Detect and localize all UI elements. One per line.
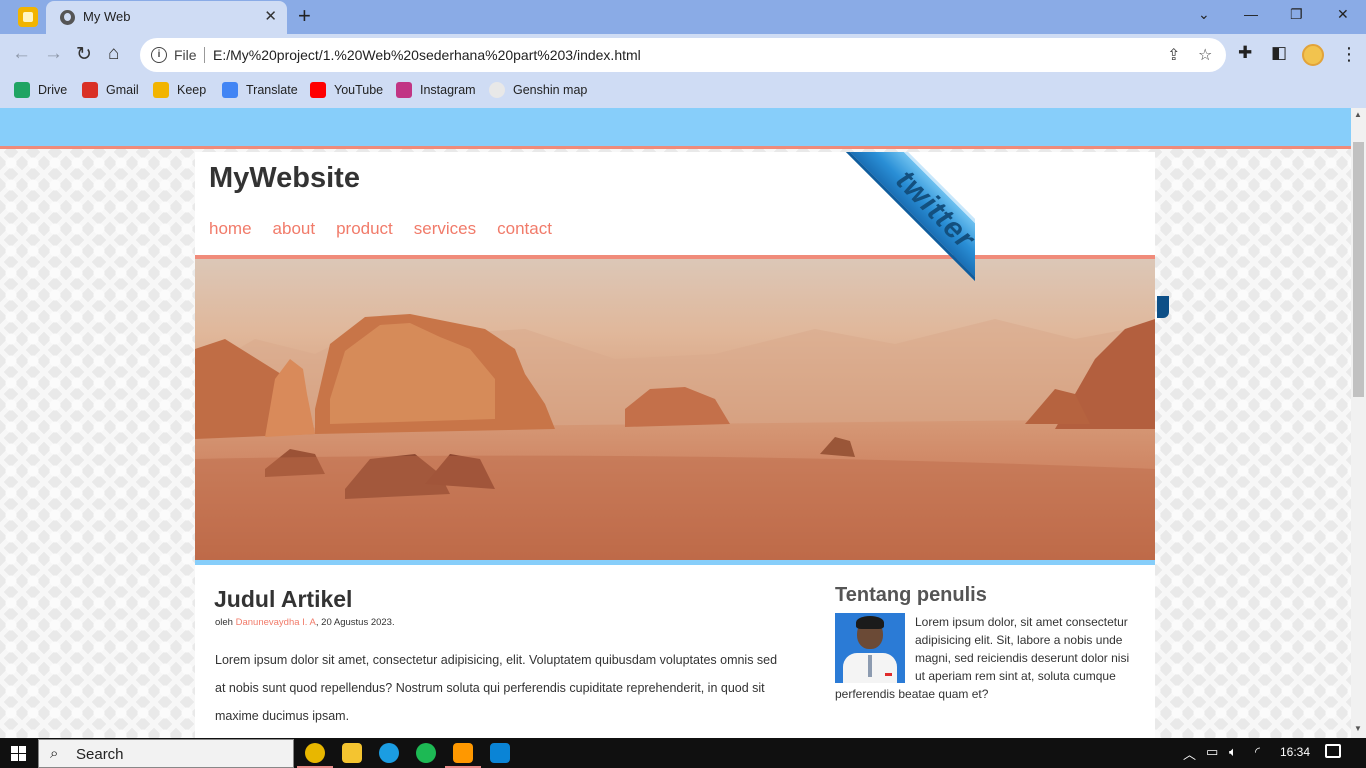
keep-icon <box>153 82 169 98</box>
volume-icon[interactable]: 🔈︎ <box>1229 744 1237 760</box>
battery-icon[interactable]: ▭ <box>1206 744 1218 760</box>
file-explorer-taskbar-icon[interactable] <box>342 743 362 763</box>
bookmark-star-icon[interactable]: ☆ <box>1198 45 1212 65</box>
tab-strip: My Web ✕ + ⌄ — ❐ ✕ <box>0 0 1366 34</box>
menu-product[interactable]: product <box>336 219 393 239</box>
profile-avatar[interactable] <box>1302 44 1324 66</box>
bookmark-drive[interactable]: Drive <box>14 82 67 98</box>
menu-home[interactable]: home <box>209 219 252 239</box>
menu-contact[interactable]: contact <box>497 219 552 239</box>
home-icon[interactable]: ⌂ <box>108 43 119 65</box>
url-text[interactable]: E:/My%20project/1.%20Web%20sederhana%20p… <box>213 47 641 63</box>
minimize-button[interactable]: — <box>1244 6 1258 22</box>
windows-start-icon[interactable] <box>11 746 26 761</box>
article-body: Lorem ipsum dolor sit amet, consectetur … <box>215 653 778 723</box>
tab-title: My Web <box>83 9 131 24</box>
article-title: Judul Artikel <box>214 586 353 612</box>
reload-icon[interactable]: ↻ <box>76 43 92 66</box>
site-menu: home about product services contact <box>209 219 552 239</box>
site-topbar <box>0 108 1351 149</box>
share-icon[interactable]: ⇪ <box>1167 45 1180 65</box>
tab-my-web[interactable]: My Web ✕ <box>46 1 287 34</box>
taskbar-search[interactable]: ⌕ Search <box>38 739 294 768</box>
keep-app-icon[interactable] <box>18 7 38 27</box>
twitter-ribbon-text: twitter <box>889 163 975 256</box>
menu-about[interactable]: about <box>273 219 316 239</box>
site-container: MyWebsite home about product services co… <box>195 152 1155 738</box>
search-label: Search <box>76 746 124 763</box>
restore-button[interactable]: ❐ <box>1290 6 1303 23</box>
tray-chevron-icon[interactable]: ︿ <box>1183 744 1196 763</box>
instagram-icon <box>396 82 412 98</box>
page-scrollbar[interactable]: ▲ ▼ <box>1351 108 1366 738</box>
author-link[interactable]: Danunevaydha I. A <box>236 617 316 628</box>
forward-arrow-icon[interactable]: → <box>44 43 63 65</box>
ribbon-fold <box>1157 296 1169 318</box>
gmail-icon <box>82 82 98 98</box>
meta-prefix: oleh <box>215 617 236 628</box>
wifi-icon[interactable]: ◜ <box>1255 744 1260 760</box>
scroll-thumb[interactable] <box>1353 142 1364 397</box>
translate-icon <box>222 82 238 98</box>
menu-services[interactable]: services <box>414 219 476 239</box>
new-tab-button[interactable]: + <box>298 3 311 29</box>
file-label: File <box>174 47 197 63</box>
windows-taskbar: ⌕ Search ︿ ▭ 🔈︎ ◜ 16:34 <box>0 738 1366 768</box>
desert-landscape-illustration <box>195 314 1155 560</box>
omnibox-divider <box>204 47 205 63</box>
sublime-text-taskbar-icon[interactable] <box>445 743 481 768</box>
meta-date: , 20 Agustus 2023. <box>315 617 395 628</box>
side-panel-icon[interactable]: ◧ <box>1271 43 1287 63</box>
twitter-ribbon[interactable]: twitter <box>805 152 975 322</box>
bookmark-gmail[interactable]: Gmail <box>82 82 139 98</box>
bookmarks-bar: Drive Gmail Keep Translate YouTube Insta… <box>0 76 1366 108</box>
notification-icon[interactable] <box>1325 744 1341 758</box>
search-icon: ⌕ <box>50 745 59 762</box>
close-window-button[interactable]: ✕ <box>1337 6 1349 23</box>
scroll-down-icon[interactable]: ▼ <box>1354 724 1362 733</box>
tab-close-icon[interactable]: ✕ <box>264 7 277 25</box>
twitter-ribbon-band: twitter <box>834 152 975 311</box>
spotify-taskbar-icon[interactable] <box>416 743 436 763</box>
aside-title: Tentang penulis <box>835 584 987 606</box>
youtube-icon <box>310 82 326 98</box>
chrome-menu-icon[interactable]: ⋮ <box>1340 44 1358 65</box>
genshin-map-icon <box>489 82 505 98</box>
browser-toolbar: ← → ↻ ⌂ i File E:/My%20project/1.%20Web%… <box>0 34 1366 76</box>
bookmark-youtube[interactable]: YouTube <box>310 82 383 98</box>
chrome-taskbar-icon[interactable] <box>297 743 333 768</box>
vscode-taskbar-icon[interactable] <box>490 743 510 763</box>
edge-taskbar-icon[interactable] <box>379 743 399 763</box>
drive-icon <box>14 82 30 98</box>
bookmark-translate[interactable]: Translate <box>222 82 298 98</box>
tab-search-dropdown-icon[interactable]: ⌄ <box>1198 6 1210 23</box>
extensions-puzzle-icon[interactable]: ✚ <box>1238 43 1252 63</box>
aside-text: Lorem ipsum dolor, sit amet consectetur … <box>835 613 1135 703</box>
back-arrow-icon[interactable]: ← <box>12 43 31 65</box>
bookmark-keep[interactable]: Keep <box>153 82 206 98</box>
bookmark-genshin-map[interactable]: Genshin map <box>489 82 587 98</box>
taskbar-clock[interactable]: 16:34 <box>1280 745 1310 759</box>
scroll-up-icon[interactable]: ▲ <box>1354 110 1362 119</box>
address-bar[interactable]: i File E:/My%20project/1.%20Web%20sederh… <box>140 38 1226 72</box>
globe-icon <box>60 10 75 25</box>
banner-bottom-strip <box>195 560 1155 565</box>
desert-banner-image <box>195 259 1155 560</box>
page-viewport: MyWebsite home about product services co… <box>0 108 1351 738</box>
photo-spacer <box>835 613 915 685</box>
bookmark-instagram[interactable]: Instagram <box>396 82 476 98</box>
article-meta: oleh Danunevaydha I. A, 20 Agustus 2023. <box>215 617 395 628</box>
site-title: MyWebsite <box>209 162 360 194</box>
site-info-icon[interactable]: i <box>151 47 167 63</box>
